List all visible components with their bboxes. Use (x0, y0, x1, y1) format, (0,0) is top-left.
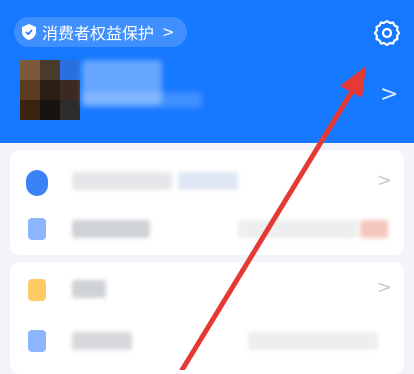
chevron-right-icon: > (162, 23, 175, 41)
blurred-text (72, 280, 106, 298)
service-card-2: > (10, 262, 404, 374)
service-icon (28, 279, 46, 301)
list-item[interactable]: > (10, 265, 404, 315)
chevron-right-icon: > (376, 277, 392, 298)
gear-icon[interactable] (372, 18, 402, 48)
list-item[interactable] (10, 205, 404, 255)
blurred-text (248, 332, 378, 350)
account-info-blurred (82, 92, 202, 108)
service-icon (28, 218, 46, 240)
consumer-protection-pill[interactable]: 消费者权益保护 > (14, 17, 187, 47)
blurred-text (72, 332, 132, 350)
service-icon (28, 330, 46, 352)
service-card-1: > (10, 150, 404, 255)
blurred-text (178, 172, 238, 190)
blurred-text (238, 220, 358, 238)
chevron-right-icon: > (376, 170, 392, 191)
consumer-protection-label: 消费者权益保护 (42, 24, 155, 43)
shield-icon (22, 24, 36, 40)
service-icon (26, 170, 48, 196)
blurred-text (72, 172, 172, 190)
list-item[interactable] (10, 317, 404, 367)
blurred-text (72, 220, 150, 238)
header-banner: 消费者权益保护 > > (0, 0, 414, 143)
list-item[interactable]: > (10, 156, 404, 206)
profile-chevron-icon[interactable]: > (380, 82, 398, 107)
avatar[interactable] (20, 60, 80, 120)
blurred-text (360, 220, 388, 238)
